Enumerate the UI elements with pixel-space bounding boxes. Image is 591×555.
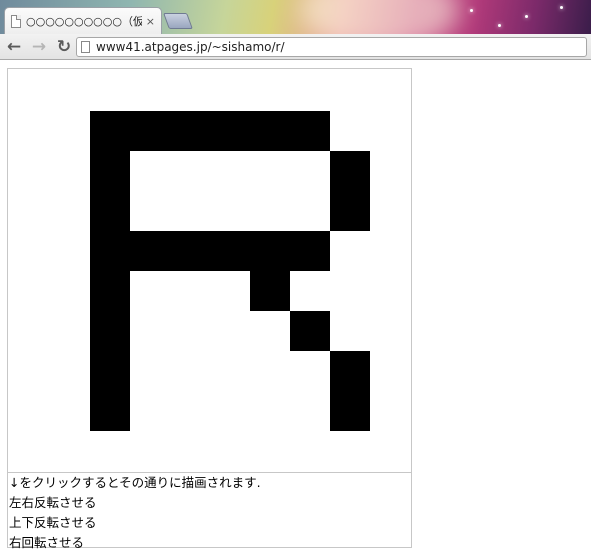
- rotate-right-link[interactable]: 右回転させる: [9, 533, 411, 553]
- pixel-cell: [250, 111, 290, 151]
- url-text: www41.atpages.jp/~sishamo/r/: [96, 40, 285, 54]
- pixel-cell: [90, 311, 130, 351]
- back-arrow-icon[interactable]: ←: [3, 36, 25, 58]
- pixel-cell: [330, 391, 370, 431]
- pixel-cell: [90, 231, 130, 271]
- browser-tab-active[interactable]: ○○○○○○○○○○（仮） ×: [4, 7, 162, 34]
- pixel-cell: [290, 111, 330, 151]
- pixel-cell: [210, 231, 250, 271]
- pixel-cell: [90, 111, 130, 151]
- decorative-star: [470, 9, 473, 12]
- pixel-cell: [90, 191, 130, 231]
- pixel-cell: [90, 351, 130, 391]
- pixel-cell: [90, 271, 130, 311]
- pixel-cell: [330, 191, 370, 231]
- pixel-cell: [170, 231, 210, 271]
- pixel-cell: [90, 391, 130, 431]
- browser-tabstrip: ○○○○○○○○○○（仮） ×: [0, 0, 591, 34]
- decorative-glow: [300, 0, 460, 34]
- actions-area: ↓をクリックするとその通りに描画されます. 左右反転させる 上下反転させる 右回…: [8, 472, 411, 550]
- decorative-star: [498, 24, 501, 27]
- instructions-text: ↓をクリックするとその通りに描画されます.: [9, 475, 261, 490]
- reload-icon[interactable]: ↻: [53, 36, 75, 58]
- decorative-star: [560, 6, 563, 9]
- pixel-cell: [90, 151, 130, 191]
- page-content: ↓をクリックするとその通りに描画されます. 左右反転させる 上下反転させる 右回…: [0, 61, 591, 555]
- pixel-cell: [170, 111, 210, 151]
- drawing-panel: ↓をクリックするとその通りに描画されます. 左右反転させる 上下反転させる 右回…: [7, 68, 412, 550]
- pixel-cell: [330, 151, 370, 191]
- new-tab-button[interactable]: [163, 13, 193, 29]
- browser-toolbar: ← → ↻ www41.atpages.jp/~sishamo/r/: [0, 34, 591, 60]
- pixel-cell: [250, 271, 290, 311]
- tab-title: ○○○○○○○○○○（仮）: [26, 15, 142, 28]
- decorative-star: [525, 15, 528, 18]
- pixel-cell: [130, 231, 170, 271]
- close-icon[interactable]: ×: [146, 15, 155, 28]
- pixel-cell: [250, 231, 290, 271]
- flip-vertical-link[interactable]: 上下反転させる: [9, 513, 411, 533]
- pixel-cell: [210, 111, 250, 151]
- page-icon: [11, 14, 21, 28]
- pixel-cell: [290, 311, 330, 351]
- pixel-canvas: [8, 69, 411, 472]
- pixel-cell: [330, 351, 370, 391]
- pixel-cell: [130, 111, 170, 151]
- flip-horizontal-link[interactable]: 左右反転させる: [9, 493, 411, 513]
- pixel-cell: [290, 231, 330, 271]
- page-icon: [81, 41, 90, 53]
- forward-arrow-icon[interactable]: →: [28, 36, 50, 58]
- address-bar[interactable]: www41.atpages.jp/~sishamo/r/: [76, 37, 587, 57]
